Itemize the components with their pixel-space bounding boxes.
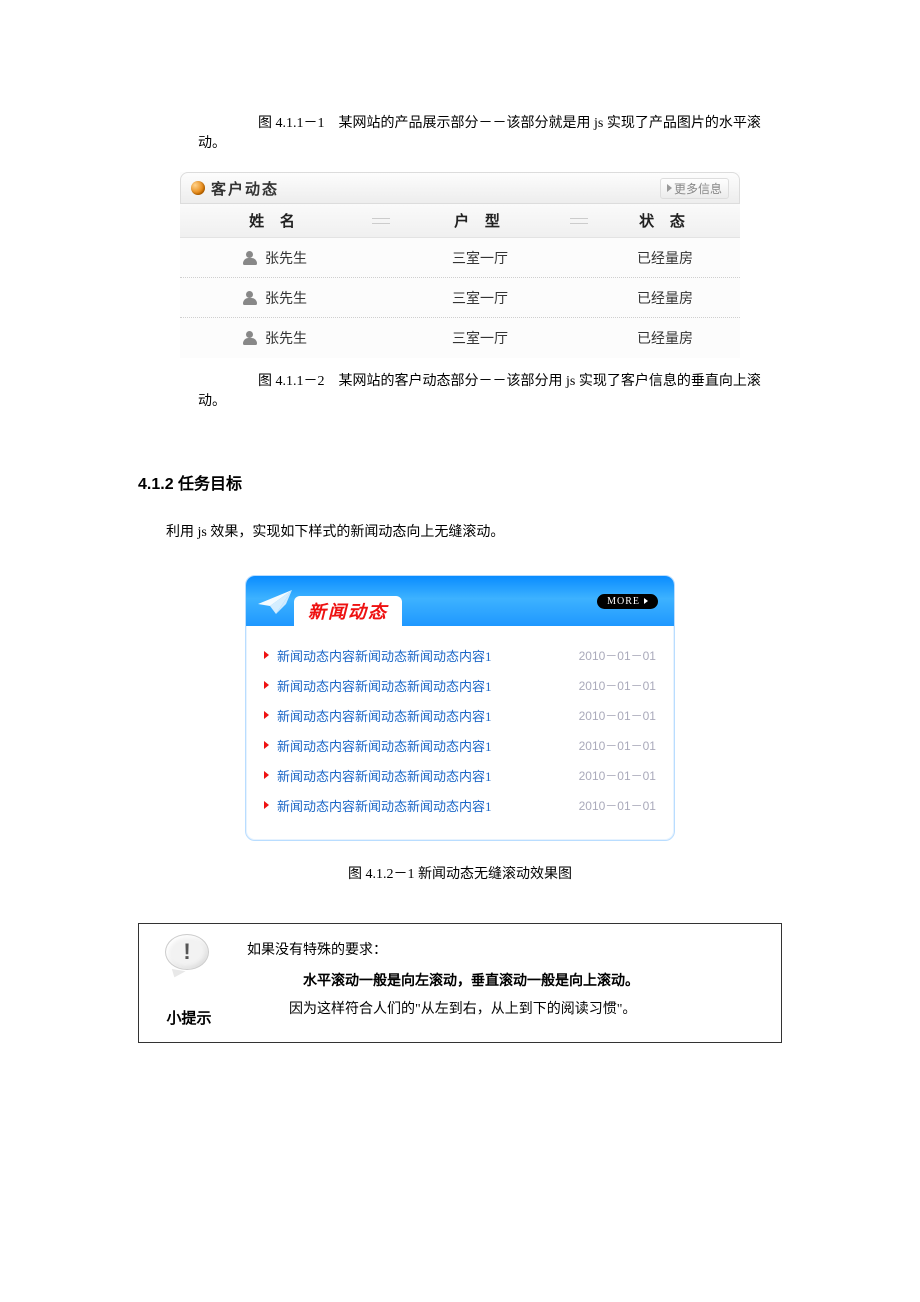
section-heading-412: 4.1.2 任务目标	[138, 470, 782, 494]
news-item-date: 2010－01－01	[579, 677, 656, 694]
tip-box: ! 小提示 如果没有特殊的要求： 水平滚动一般是向左滚动，垂直滚动一般是向上滚动…	[138, 923, 782, 1043]
news-item-date: 2010－01－01	[579, 797, 656, 814]
table-row: 张先生 三室一厅已经量房	[180, 238, 740, 278]
task-paragraph: 利用 js 效果，实现如下样式的新闻动态向上无缝滚动。	[138, 520, 782, 545]
news-item-text: 新闻动态内容新闻动态新闻动态内容1	[277, 676, 579, 695]
person-icon	[243, 291, 257, 305]
list-item[interactable]: 新闻动态内容新闻动态新闻动态内容12010－01－01	[264, 760, 656, 790]
triangle-right-icon	[264, 711, 269, 719]
news-item-text: 新闻动态内容新闻动态新闻动态内容1	[277, 736, 579, 755]
triangle-right-icon	[264, 651, 269, 659]
news-item-text: 新闻动态内容新闻动态新闻动态内容1	[277, 706, 579, 725]
customer-table-head: 姓 名 户 型 状 态	[180, 204, 740, 238]
triangle-right-icon	[644, 598, 648, 604]
triangle-right-icon	[264, 771, 269, 779]
column-header-status: 状 态	[590, 210, 740, 231]
cell-status: 已经量房	[590, 248, 740, 268]
triangle-right-icon	[264, 681, 269, 689]
cell-name: 张先生	[180, 248, 370, 268]
cell-status: 已经量房	[590, 328, 740, 348]
bullet-icon	[191, 181, 205, 195]
tip-box-content: 如果没有特殊的要求： 水平滚动一般是向左滚动，垂直滚动一般是向上滚动。 因为这样…	[239, 924, 781, 1042]
person-icon	[243, 331, 257, 345]
triangle-right-icon	[264, 801, 269, 809]
tip-line-3: 因为这样符合人们的"从左到右，从上到下的阅读习惯"。	[247, 995, 765, 1024]
list-item[interactable]: 新闻动态内容新闻动态新闻动态内容12010－01－01	[264, 700, 656, 730]
figure-caption-2: 图 4.1.1－2 某网站的客户动态部分－－该部分用 js 实现了客户信息的垂直…	[198, 370, 782, 410]
news-item-date: 2010－01－01	[579, 767, 656, 784]
tip-line-2: 水平滚动一般是向左滚动，垂直滚动一般是向上滚动。	[247, 966, 765, 995]
tip-box-left: ! 小提示	[139, 924, 239, 1042]
news-item-text: 新闻动态内容新闻动态新闻动态内容1	[277, 646, 579, 665]
table-row: 张先生 三室一厅已经量房	[180, 278, 740, 318]
news-panel-title: 新闻动态	[308, 598, 388, 624]
news-more-label: MORE	[607, 596, 640, 607]
column-header-name: 姓 名	[180, 210, 370, 231]
more-info-button[interactable]: 更多信息	[660, 178, 729, 199]
list-item[interactable]: 新闻动态内容新闻动态新闻动态内容12010－01－01	[264, 640, 656, 670]
triangle-right-icon	[264, 741, 269, 749]
column-header-type: 户 型	[392, 210, 568, 231]
news-item-date: 2010－01－01	[579, 737, 656, 754]
cell-status: 已经量房	[590, 288, 740, 308]
figure-caption-1: 图 4.1.1－1 某网站的产品展示部分－－该部分就是用 js 实现了产品图片的…	[198, 112, 782, 152]
cell-type: 三室一厅	[370, 288, 590, 308]
cell-type: 三室一厅	[370, 248, 590, 268]
triangle-right-icon	[667, 184, 672, 192]
person-icon	[243, 251, 257, 265]
news-item-date: 2010－01－01	[579, 707, 656, 724]
list-item[interactable]: 新闻动态内容新闻动态新闻动态内容12010－01－01	[264, 730, 656, 760]
news-panel: 新闻动态 MORE 新闻动态内容新闻动态新闻动态内容12010－01－01新闻动…	[245, 575, 675, 841]
news-more-button[interactable]: MORE	[597, 594, 658, 609]
tip-line-1: 如果没有特殊的要求：	[247, 936, 765, 965]
list-item[interactable]: 新闻动态内容新闻动态新闻动态内容12010－01－01	[264, 670, 656, 700]
more-info-label: 更多信息	[674, 180, 722, 197]
news-panel-header: 新闻动态 MORE	[246, 576, 674, 626]
figure-caption-3: 图 4.1.2－1 新闻动态无缝滚动效果图	[138, 863, 782, 883]
news-item-text: 新闻动态内容新闻动态新闻动态内容1	[277, 766, 579, 785]
cell-type: 三室一厅	[370, 328, 590, 348]
news-item-date: 2010－01－01	[579, 647, 656, 664]
list-item[interactable]: 新闻动态内容新闻动态新闻动态内容12010－01－01	[264, 790, 656, 820]
paper-plane-icon	[256, 586, 296, 616]
cell-name-text: 张先生	[265, 248, 307, 268]
customer-panel: 客户动态 更多信息 姓 名 户 型 状 态 张先生三室一厅已经量房张先生三室一厅…	[180, 172, 740, 358]
cell-name: 张先生	[180, 328, 370, 348]
news-title-tab: 新闻动态	[294, 596, 402, 626]
cell-name-text: 张先生	[265, 288, 307, 308]
exclamation-bubble-icon: !	[165, 934, 213, 976]
column-resize-icon[interactable]	[370, 211, 392, 231]
news-list: 新闻动态内容新闻动态新闻动态内容12010－01－01新闻动态内容新闻动态新闻动…	[246, 626, 674, 840]
news-item-text: 新闻动态内容新闻动态新闻动态内容1	[277, 796, 579, 815]
cell-name: 张先生	[180, 288, 370, 308]
customer-panel-header: 客户动态 更多信息	[180, 172, 740, 204]
customer-panel-title: 客户动态	[211, 178, 279, 199]
column-resize-icon[interactable]	[568, 211, 590, 231]
cell-name-text: 张先生	[265, 328, 307, 348]
tip-label: 小提示	[166, 1007, 211, 1028]
table-row: 张先生 三室一厅已经量房	[180, 318, 740, 358]
